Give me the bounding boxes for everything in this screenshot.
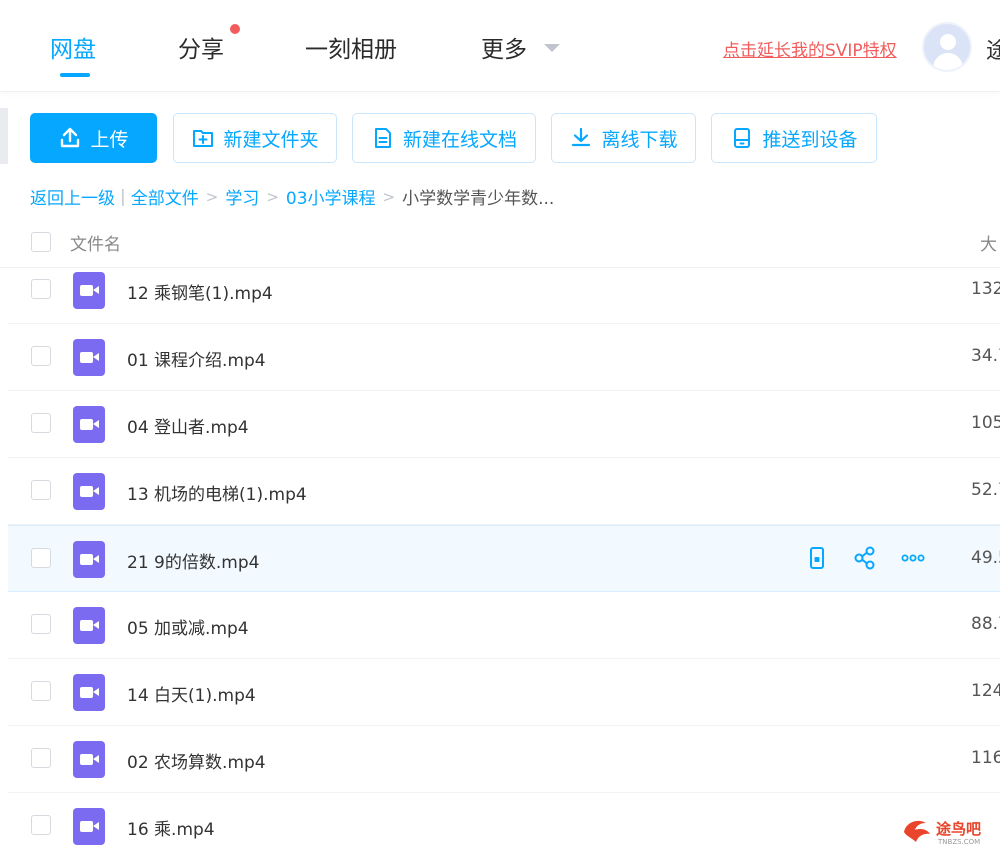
watermark-logo: 途鸟吧 TNBZS.COM [900,814,996,850]
file-name[interactable]: 04 登山者.mp4 [127,413,249,438]
breadcrumb-course[interactable]: 03小学课程 [286,184,376,209]
row-checkbox[interactable] [31,748,51,768]
chevron-down-icon[interactable] [544,44,560,52]
left-panel-edge [0,108,8,164]
video-file-icon [73,607,105,644]
video-file-icon [73,339,105,376]
push-to-device-label: 推送到设备 [762,128,858,151]
watermark-text: 途鸟吧 [936,820,982,838]
new-online-doc-button[interactable]: 新建在线文档 [352,113,536,163]
row-checkbox[interactable] [31,279,51,299]
share-icon[interactable] [852,545,878,571]
video-file-icon [73,741,105,778]
breadcrumb-separator: > [382,187,396,206]
file-row[interactable]: 16 乘.mp4 [8,793,1000,854]
breadcrumb-all-files[interactable]: 全部文件 [131,184,199,209]
active-tab-indicator [60,73,90,77]
device-icon [734,128,751,148]
file-name[interactable]: 01 课程介绍.mp4 [127,346,266,371]
file-row[interactable]: 04 登山者.mp4 105 [8,391,1000,458]
upload-button[interactable]: 上传 [30,113,157,163]
video-file-icon [73,541,105,578]
file-name[interactable]: 13 机场的电梯(1).mp4 [127,480,307,505]
file-row[interactable]: 13 机场的电梯(1).mp4 52.7 [8,458,1000,525]
file-size: 105 [971,413,1000,433]
video-file-icon [73,406,105,443]
file-row[interactable]: 12 乘钢笔(1).mp4 132 [8,257,1000,324]
file-row[interactable]: 01 课程介绍.mp4 34.7 [8,324,1000,391]
offline-download-button[interactable]: 离线下载 [551,113,696,163]
video-file-icon [73,808,105,845]
video-file-icon [73,272,105,309]
row-checkbox[interactable] [31,346,51,366]
file-size: 49.5 [971,548,1000,568]
phone-icon[interactable] [804,545,830,571]
breadcrumb-separator: > [266,187,279,206]
file-size: 132 [971,279,1000,299]
new-online-doc-label: 新建在线文档 [402,128,517,151]
file-size: 116 [971,748,1000,768]
username[interactable]: 途 [986,33,1000,65]
tab-share[interactable]: 分享 [178,30,224,64]
tab-netdisk[interactable]: 网盘 [50,30,96,64]
watermark-subtext: TNBZS.COM [938,838,981,846]
file-name[interactable]: 05 加或减.mp4 [127,614,249,639]
breadcrumb-back[interactable]: 返回上一级 [30,184,115,209]
file-size: 124 [971,681,1000,701]
row-actions [804,545,926,571]
file-name[interactable]: 16 乘.mp4 [127,815,215,840]
video-file-icon [73,674,105,711]
avatar[interactable] [922,22,972,72]
tab-album[interactable]: 一刻相册 [305,30,397,64]
column-header-size[interactable]: 大 [980,230,997,255]
video-file-icon [73,473,105,510]
breadcrumb-divider: | [120,186,126,207]
breadcrumb-study[interactable]: 学习 [225,184,259,209]
file-size: 52.7 [971,480,1000,500]
row-checkbox[interactable] [31,815,51,835]
download-icon [572,127,591,147]
push-to-device-button[interactable]: 推送到设备 [711,113,877,163]
offline-download-label: 离线下载 [601,128,678,151]
file-size: 34.7 [971,346,1000,366]
new-folder-button[interactable]: 新建文件夹 [173,113,337,163]
row-checkbox[interactable] [31,548,51,568]
file-row[interactable]: 02 农场算数.mp4 116 [8,726,1000,793]
new-folder-label: 新建文件夹 [223,128,319,151]
upload-icon [61,127,80,148]
row-checkbox[interactable] [31,480,51,500]
row-checkbox[interactable] [31,413,51,433]
file-name[interactable]: 12 乘钢笔(1).mp4 [127,279,273,304]
file-name[interactable]: 14 白天(1).mp4 [127,681,256,706]
folder-plus-icon [193,130,214,147]
file-row[interactable]: 05 加或减.mp4 88.7 [8,592,1000,659]
top-navigation: 网盘 分享 一刻相册 更多 点击延长我的SVIP特权 途 [0,0,1000,92]
bird-logo-icon [904,820,930,842]
breadcrumb-current: 小学数学青少年数... [402,189,555,209]
tab-more[interactable]: 更多 [481,30,527,64]
breadcrumb-separator: > [205,187,219,206]
share-notification-dot [230,24,240,34]
row-checkbox[interactable] [31,614,51,634]
file-name[interactable]: 21 9的倍数.mp4 [127,548,259,573]
row-checkbox[interactable] [31,681,51,701]
file-row[interactable]: 14 白天(1).mp4 124 [8,659,1000,726]
more-icon[interactable] [900,545,926,571]
column-header-filename[interactable]: 文件名 [70,230,121,255]
breadcrumb: 返回上一级 | 全部文件 > 学习 > 03小学课程 > 小学数学青少年数... [30,184,555,210]
file-name[interactable]: 02 农场算数.mp4 [127,748,266,773]
svip-extend-link[interactable]: 点击延长我的SVIP特权 [723,36,897,61]
file-row[interactable]: 21 9的倍数.mp4 49.5 [8,525,1000,592]
select-all-checkbox[interactable] [31,232,51,252]
file-size: 88.7 [971,614,1000,634]
upload-label: 上传 [90,128,129,151]
document-icon [374,128,391,148]
